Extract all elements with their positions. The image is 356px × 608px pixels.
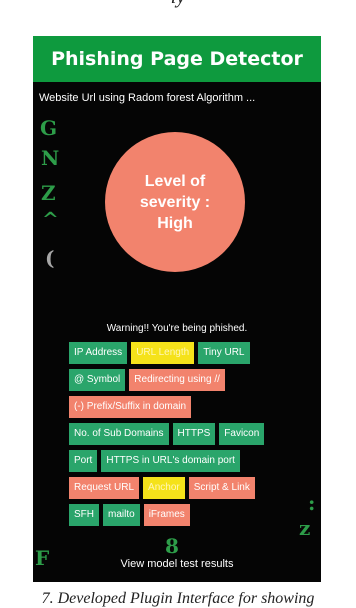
test-row: IP Address URL Length Tiny URL — [69, 342, 309, 364]
test-row: No. of Sub Domains HTTPS Favicon — [69, 423, 309, 445]
test-result-button[interactable]: (-) Prefix/Suffix in domain — [69, 396, 192, 418]
test-result-button[interactable]: Anchor — [143, 477, 185, 499]
test-result-button[interactable]: Script & Link — [188, 477, 255, 499]
test-results-grid: IP Address URL Length Tiny URL @ Symbol Redi… — [69, 342, 309, 531]
test-result-button[interactable]: Port — [69, 450, 98, 472]
matrix-glyph: ( — [45, 246, 55, 270]
severity-indicator: Level of severity : High — [105, 132, 245, 272]
test-result-button[interactable]: HTTPS in URL's domain port — [101, 450, 240, 472]
matrix-glyph: : — [308, 491, 316, 515]
figure-caption: 7. Developed Plugin Interface for showin… — [41, 590, 315, 607]
test-row: @ Symbol Redirecting using // — [69, 369, 309, 391]
test-row: Port HTTPS in URL's domain port — [69, 450, 309, 472]
view-model-results-link[interactable]: View model test results — [33, 558, 321, 570]
matrix-glyph: N — [41, 146, 60, 170]
test-result-button[interactable]: Redirecting using // — [129, 369, 225, 391]
test-row: Request URL Anchor Script & Link — [69, 477, 309, 499]
plugin-title: Phishing Page Detector — [51, 48, 303, 70]
matrix-glyph: 8 — [165, 534, 179, 558]
phishing-warning: Warning!! You're being phished. — [106, 323, 248, 334]
test-row: SFH mailto iFrames — [69, 504, 309, 526]
test-result-button[interactable]: iFrames — [143, 504, 190, 526]
test-result-button[interactable]: URL Length — [131, 342, 195, 364]
top-caption-text: ly — [0, 0, 356, 9]
plugin-header: Phishing Page Detector — [33, 36, 321, 82]
test-result-button[interactable]: IP Address — [69, 342, 128, 364]
test-result-button[interactable]: HTTPS — [172, 423, 216, 445]
severity-text: Level of severity : High — [139, 172, 211, 232]
page: ly Phishing Page Detector Website Url us… — [0, 0, 356, 608]
plugin-popup: Phishing Page Detector Website Url using… — [33, 36, 321, 582]
test-result-button[interactable]: Request URL — [69, 477, 140, 499]
test-result-button[interactable]: Tiny URL — [198, 342, 250, 364]
test-result-button[interactable]: SFH — [69, 504, 99, 526]
test-result-button[interactable]: No. of Sub Domains — [69, 423, 169, 445]
url-description: Website Url using Radom forest Algorithm… — [39, 92, 256, 104]
test-result-button[interactable]: Favicon — [219, 423, 265, 445]
matrix-glyph: Z — [41, 181, 56, 205]
matrix-glyph: G — [40, 116, 58, 140]
test-row: (-) Prefix/Suffix in domain — [69, 396, 309, 418]
test-result-button[interactable]: mailto — [103, 504, 140, 526]
matrix-glyph: ^ — [42, 207, 59, 231]
test-result-button[interactable]: @ Symbol — [69, 369, 126, 391]
